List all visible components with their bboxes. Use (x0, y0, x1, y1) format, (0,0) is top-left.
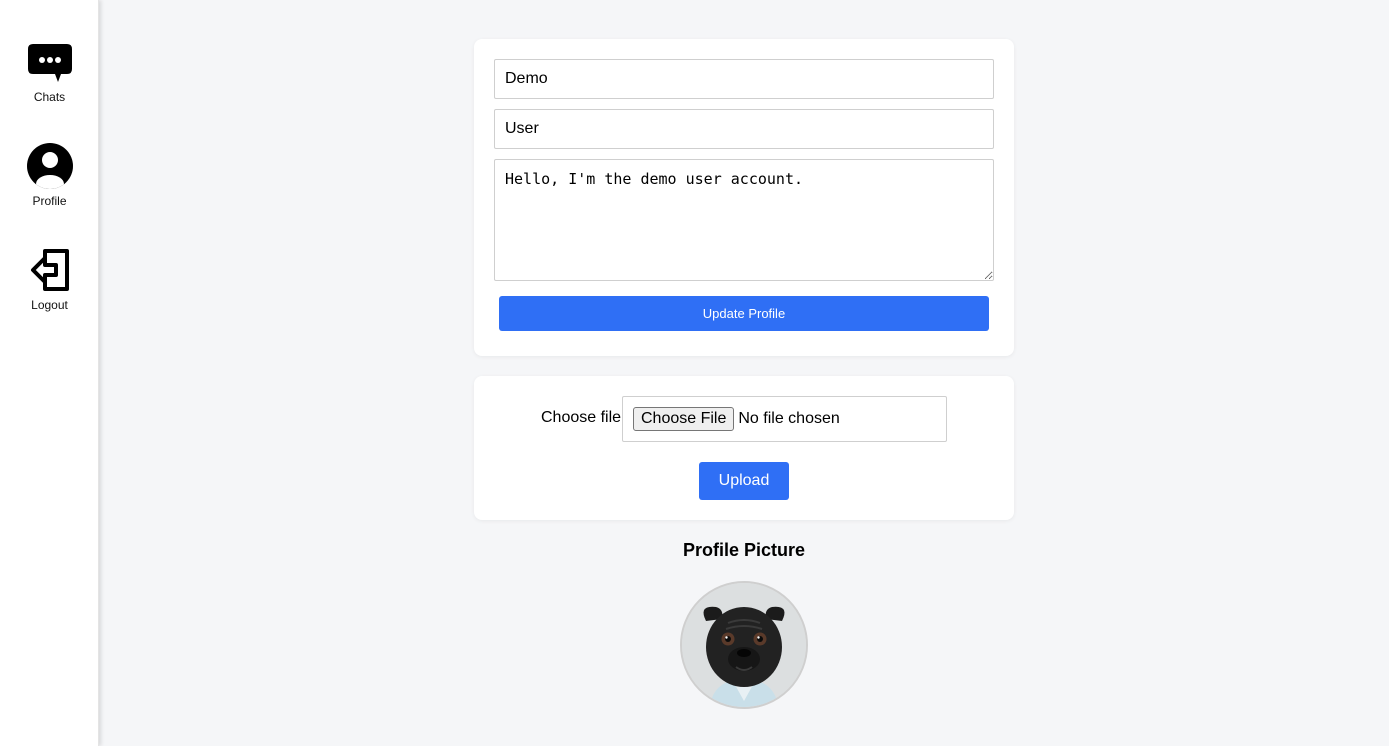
profile-picture-title: Profile Picture (682, 540, 806, 560)
profile-picture-avatar (680, 581, 808, 709)
last-name-input[interactable] (494, 109, 994, 149)
sidebar-item-label: Logout (31, 298, 68, 312)
update-profile-button[interactable]: Update Profile (499, 296, 989, 331)
sidebar-item-chats[interactable]: Chats (0, 38, 99, 104)
sidebar-item-label: Profile (32, 194, 67, 208)
sidebar-item-profile[interactable]: Profile (0, 142, 99, 208)
sidebar-item-logout[interactable]: Logout (0, 246, 99, 312)
chat-bubble-icon (27, 44, 72, 82)
sidebar: Chats Profile Logout (0, 0, 99, 746)
bio-textarea[interactable]: Hello, I'm the demo user account. (494, 159, 994, 281)
user-circle-icon (26, 143, 73, 189)
file-input[interactable]: Choose File No file chosen (622, 396, 947, 442)
sidebar-item-label: Chats (33, 90, 66, 104)
file-status-text: No file chosen (738, 410, 840, 427)
choose-file-label: Choose file (541, 409, 622, 426)
logout-icon (30, 249, 69, 291)
profile-form-card: Hello, I'm the demo user account. Update… (474, 39, 1014, 356)
upload-button[interactable]: Upload (699, 462, 789, 500)
upload-form-card: Choose file Choose File No file chosen U… (474, 376, 1014, 520)
pug-photo-image (682, 583, 806, 707)
first-name-input[interactable] (494, 59, 994, 99)
choose-file-button[interactable]: Choose File (633, 407, 735, 431)
